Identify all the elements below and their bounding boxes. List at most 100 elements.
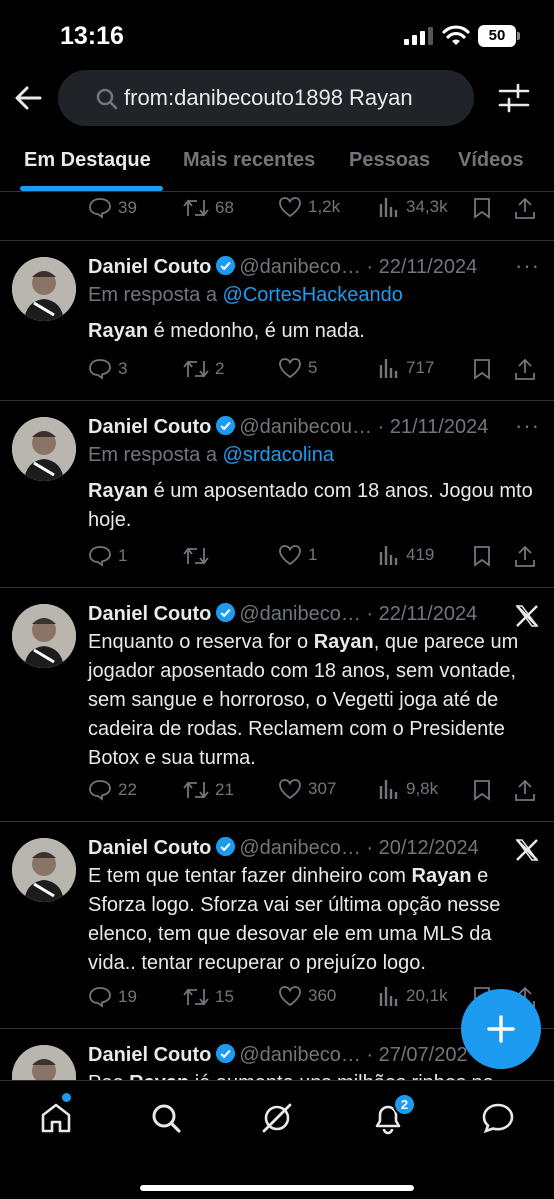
reply-to-link[interactable]: @CortesHackeando: [223, 284, 403, 306]
notifications-badge: 2: [393, 1093, 416, 1116]
verified-badge-icon: [216, 602, 236, 623]
messages-icon[interactable]: [481, 1101, 515, 1135]
share-icon[interactable]: [514, 778, 536, 802]
reply-icon: [89, 198, 111, 219]
heart-icon: [279, 986, 301, 1007]
battery-icon: 50: [478, 25, 516, 47]
status-time: 13:16: [60, 22, 124, 50]
views-chart-icon: [379, 546, 398, 565]
retweet-icon: [183, 547, 209, 565]
active-tab-indicator: [20, 186, 163, 191]
reply-button[interactable]: 19: [88, 985, 137, 1009]
views-button[interactable]: 34,3k: [378, 196, 448, 218]
verified-badge-icon: [216, 836, 236, 857]
cellular-signal-icon: [404, 27, 433, 45]
tweet-actions: 39 68 1,2k 34,3k: [88, 196, 544, 222]
grok-icon[interactable]: [260, 1101, 294, 1135]
verified-badge-icon: [216, 1043, 236, 1064]
views-chart-icon: [379, 198, 398, 217]
heart-icon: [279, 358, 301, 379]
tweet-text: Poo Rayan já aumenta uns milhões rinhos …: [88, 1069, 544, 1080]
tweet[interactable]: Daniel Couto @danibeco… · 22/11/2024 Enqu…: [0, 588, 554, 822]
share-icon[interactable]: [514, 544, 536, 568]
tweet-partial[interactable]: 39 68 1,2k 34,3k: [0, 193, 554, 241]
share-icon[interactable]: [514, 196, 536, 220]
tweet-date: 27/07/202: [378, 1044, 468, 1066]
home-new-posts-dot: [62, 1093, 71, 1102]
reply-context: Em resposta a @srdacolina: [88, 444, 334, 466]
views-button[interactable]: 419: [378, 544, 434, 566]
verified-badge-icon: [216, 415, 236, 436]
author-name[interactable]: Daniel Couto: [88, 837, 211, 859]
bookmark-icon[interactable]: [472, 779, 492, 801]
tweet-actions: 3 2 5 717: [88, 357, 544, 383]
bookmark-icon[interactable]: [472, 358, 492, 380]
bookmark-icon[interactable]: [472, 197, 492, 219]
author-name[interactable]: Daniel Couto: [88, 1044, 211, 1066]
avatar[interactable]: [12, 257, 76, 321]
author-name[interactable]: Daniel Couto: [88, 603, 211, 625]
more-options-icon[interactable]: ···: [515, 253, 540, 279]
filter-settings-icon[interactable]: [498, 83, 530, 113]
avatar[interactable]: [12, 838, 76, 902]
status-bar: 13:16 50: [0, 0, 554, 70]
retweet-button[interactable]: 21: [183, 778, 234, 802]
bookmark-icon[interactable]: [472, 545, 492, 567]
retweet-icon: [183, 988, 209, 1006]
search-icon: [96, 88, 118, 110]
heart-icon: [279, 197, 301, 218]
views-chart-icon: [379, 987, 398, 1006]
wifi-icon: [442, 25, 470, 45]
heart-icon: [279, 545, 301, 566]
retweet-button[interactable]: 2: [183, 357, 224, 381]
tweet[interactable]: Daniel Couto @danibeco… · 22/11/2024 ··· …: [0, 241, 554, 401]
tweet-feed[interactable]: 39 68 1,2k 34,3k Daniel Couto @danibeco… …: [0, 193, 554, 1080]
views-chart-icon: [379, 780, 398, 799]
author-name[interactable]: Daniel Couto: [88, 256, 211, 278]
avatar[interactable]: [12, 1045, 76, 1080]
tweet-text: Enquanto o reserva for o Rayan, que pare…: [88, 631, 519, 769]
views-button[interactable]: 20,1k: [378, 985, 448, 1007]
author-handle: @danibeco…: [239, 837, 361, 859]
compose-tweet-button[interactable]: [461, 989, 541, 1069]
views-button[interactable]: 9,8k: [378, 778, 438, 800]
retweet-icon: [183, 199, 209, 217]
search-input[interactable]: [124, 80, 464, 116]
reply-button[interactable]: 22: [88, 778, 137, 802]
explore-search-icon[interactable]: [149, 1101, 183, 1135]
author-name[interactable]: Daniel Couto: [88, 416, 211, 438]
tab-videos[interactable]: Vídeos: [458, 149, 524, 172]
share-icon[interactable]: [514, 357, 536, 381]
reply-to-link[interactable]: @srdacolina: [223, 444, 334, 466]
search-bar[interactable]: [58, 70, 474, 126]
avatar[interactable]: [12, 417, 76, 481]
reply-icon: [89, 780, 111, 801]
more-options-icon[interactable]: ···: [515, 413, 540, 439]
views-button[interactable]: 717: [378, 357, 434, 379]
verified-badge-icon: [216, 255, 236, 276]
retweet-button[interactable]: 68: [183, 196, 234, 220]
tweet[interactable]: Daniel Couto @danibecou… · 21/11/2024 ···…: [0, 401, 554, 588]
heart-icon: [279, 779, 301, 800]
retweet-button[interactable]: 15: [183, 985, 234, 1009]
like-button[interactable]: 1: [278, 544, 317, 566]
reply-button[interactable]: 39: [88, 196, 137, 220]
like-button[interactable]: 5: [278, 357, 317, 379]
author-handle: @danibeco…: [239, 1044, 361, 1066]
reply-button[interactable]: 1: [88, 544, 127, 568]
home-indicator: [140, 1185, 414, 1191]
like-button[interactable]: 307: [278, 778, 336, 800]
retweet-button[interactable]: [183, 544, 215, 568]
tab-mais-recentes[interactable]: Mais recentes: [183, 149, 315, 172]
reply-button[interactable]: 3: [88, 357, 127, 381]
like-button[interactable]: 1,2k: [278, 196, 340, 218]
like-button[interactable]: 360: [278, 985, 336, 1007]
views-chart-icon: [379, 359, 398, 378]
tab-em-destaque[interactable]: Em Destaque: [24, 149, 151, 172]
tab-pessoas[interactable]: Pessoas: [349, 149, 430, 172]
tweet-date: 22/11/2024: [378, 256, 478, 278]
home-icon[interactable]: [39, 1101, 73, 1135]
plus-icon: [487, 1015, 515, 1043]
back-arrow-icon[interactable]: [14, 84, 42, 112]
avatar[interactable]: [12, 604, 76, 668]
